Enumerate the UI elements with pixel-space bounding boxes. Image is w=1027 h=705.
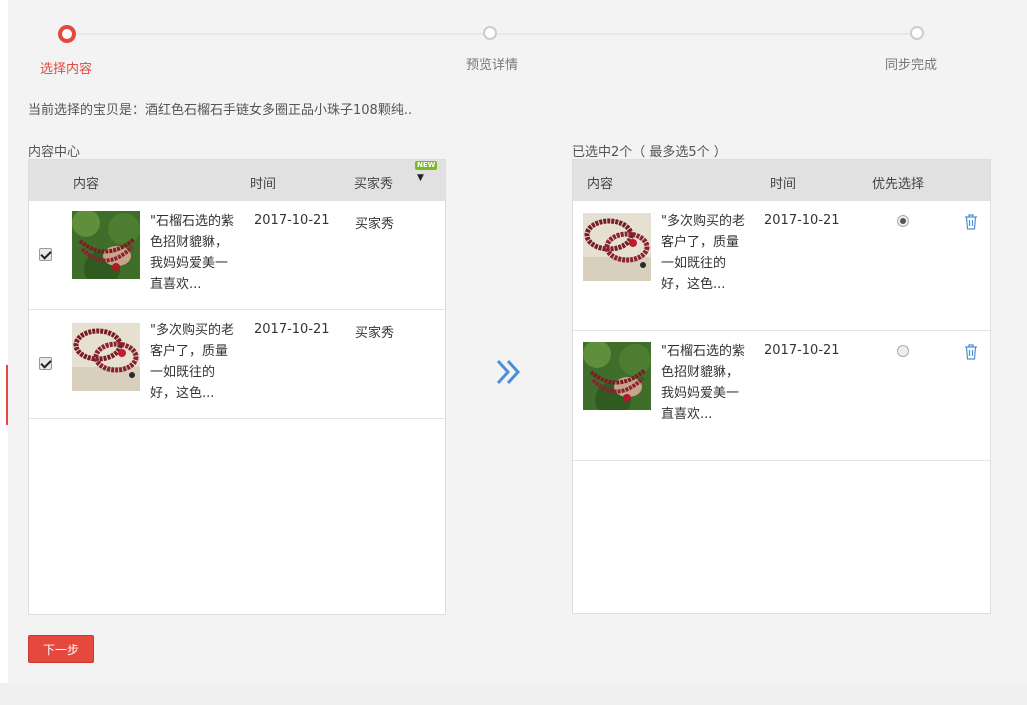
selected-items-panel: 内容 时间 优先选择 "多次购买的老客户了，质量一如既往的好，这色... 201… <box>572 159 991 614</box>
row-description: "多次购买的老客户了，质量一如既往的好，这色... <box>661 214 745 292</box>
product-thumbnail <box>583 213 651 281</box>
row-type: 买家秀 <box>355 326 395 341</box>
column-content: 内容 <box>73 177 100 192</box>
row-description: "石榴石选的紫色招财貔貅，我妈妈爱美一直喜欢... <box>150 214 234 292</box>
column-priority: 优先选择 <box>872 177 925 192</box>
trash-icon[interactable] <box>964 344 978 360</box>
row-date: 2017-10-21 <box>254 213 330 228</box>
row-checkbox[interactable] <box>39 248 52 261</box>
footer-strip <box>0 683 1027 705</box>
double-chevron-right-icon[interactable] <box>494 357 524 387</box>
row-date: 2017-10-21 <box>764 213 840 228</box>
priority-radio[interactable] <box>897 345 909 357</box>
step-3-label: 同步完成 <box>885 58 938 73</box>
product-thumbnail <box>583 342 651 410</box>
next-step-button[interactable]: 下一步 <box>28 635 94 663</box>
right-panel-title: 已选中2个（ 最多选5个 ） <box>572 145 727 160</box>
table-row: "石榴石选的紫色招财貔貅，我妈妈爱美一直喜欢... 2017-10-21 <box>573 331 990 461</box>
content-center-panel: 内容 时间 买家秀 NEW ▼ "石榴石选的紫色招财貔貅，我妈妈爱美一直喜欢..… <box>28 159 446 615</box>
right-table-header: 内容 时间 优先选择 <box>573 160 990 201</box>
column-content: 内容 <box>587 177 614 192</box>
sidebar-edge <box>0 0 8 683</box>
row-checkbox[interactable] <box>39 357 52 370</box>
product-thumbnail <box>72 211 140 279</box>
row-description: "多次购买的老客户了，质量一如既往的好，这色... <box>150 323 234 401</box>
sort-dropdown-icon[interactable]: ▼ <box>417 173 424 183</box>
row-date: 2017-10-21 <box>764 343 840 358</box>
priority-radio[interactable] <box>897 215 909 227</box>
current-item-text: 当前选择的宝贝是：酒红色石榴石手链女多圈正品小珠子108颗纯.. <box>28 103 413 118</box>
column-time: 时间 <box>770 177 797 192</box>
sidebar-active-marker <box>6 365 8 425</box>
step-1-dot <box>58 25 76 43</box>
column-time: 时间 <box>250 177 277 192</box>
row-type: 买家秀 <box>355 217 395 232</box>
column-type: 买家秀 <box>354 177 394 192</box>
table-row: "石榴石选的紫色招财貔貅，我妈妈爱美一直喜欢... 2017-10-21 买家秀 <box>29 201 445 310</box>
table-row: "多次购买的老客户了，质量一如既往的好，这色... 2017-10-21 买家秀 <box>29 310 445 419</box>
step-2-dot <box>483 26 497 40</box>
step-1-label: 选择内容 <box>40 62 93 77</box>
row-date: 2017-10-21 <box>254 322 330 337</box>
left-panel-title: 内容中心 <box>28 145 81 160</box>
step-3-dot <box>910 26 924 40</box>
trash-icon[interactable] <box>964 214 978 230</box>
left-table-header: 内容 时间 买家秀 NEW ▼ <box>29 160 445 201</box>
step-2-label: 预览详情 <box>466 58 519 73</box>
table-row: "多次购买的老客户了，质量一如既往的好，这色... 2017-10-21 <box>573 201 990 331</box>
new-badge: NEW <box>415 161 438 170</box>
product-thumbnail <box>72 323 140 391</box>
row-description: "石榴石选的紫色招财貔貅，我妈妈爱美一直喜欢... <box>661 344 745 422</box>
